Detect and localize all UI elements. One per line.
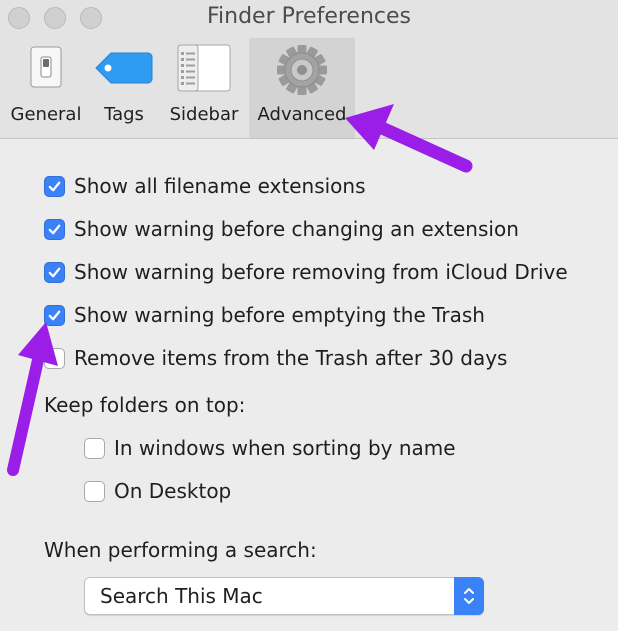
option-label: Show warning before removing from iCloud… bbox=[74, 260, 568, 284]
gear-icon bbox=[276, 44, 328, 100]
sidebar-window-icon bbox=[177, 44, 231, 96]
checkbox-checked[interactable] bbox=[44, 261, 65, 283]
window-title: Finder Preferences bbox=[206, 4, 412, 29]
option-label: On Desktop bbox=[114, 479, 232, 503]
checkbox-unchecked[interactable] bbox=[84, 480, 105, 502]
option-label: In windows when sorting by name bbox=[114, 436, 456, 460]
general-switch-icon bbox=[30, 46, 62, 92]
tag-icon bbox=[95, 52, 153, 88]
option-label: Remove items from the Trash after 30 day… bbox=[74, 346, 508, 370]
tab-tags[interactable]: Tags bbox=[90, 38, 158, 138]
tab-general[interactable]: General bbox=[6, 38, 86, 138]
checkbox-checked[interactable] bbox=[44, 304, 65, 326]
finder-preferences-window: Finder Preferences General Tags Sidebar … bbox=[0, 0, 618, 631]
option-label: Show warning before changing an extensio… bbox=[74, 217, 519, 241]
tab-advanced[interactable]: Advanced bbox=[249, 38, 355, 138]
checkbox-unchecked[interactable] bbox=[84, 437, 105, 459]
option-warn-empty-trash[interactable]: Show warning before emptying the Trash bbox=[44, 299, 485, 331]
tab-general-label: General bbox=[10, 104, 82, 125]
option-folders-top-windows[interactable]: In windows when sorting by name bbox=[84, 432, 456, 464]
search-scope-heading: When performing a search: bbox=[44, 538, 317, 562]
tab-sidebar[interactable]: Sidebar bbox=[164, 38, 244, 138]
tab-advanced-label: Advanced bbox=[257, 104, 347, 125]
tab-sidebar-label: Sidebar bbox=[169, 104, 239, 125]
toolbar: Finder Preferences General Tags Sidebar … bbox=[0, 0, 618, 139]
option-show-extensions[interactable]: Show all filename extensions bbox=[44, 170, 366, 202]
option-label: Show warning before emptying the Trash bbox=[74, 303, 485, 327]
chevron-updown-icon[interactable] bbox=[454, 577, 484, 615]
option-warn-change-extension[interactable]: Show warning before changing an extensio… bbox=[44, 213, 519, 245]
option-folders-top-desktop[interactable]: On Desktop bbox=[84, 475, 231, 507]
tab-tags-label: Tags bbox=[104, 104, 144, 125]
search-scope-popup[interactable]: Search This Mac bbox=[84, 577, 484, 615]
checkbox-unchecked[interactable] bbox=[44, 347, 65, 369]
search-scope-value: Search This Mac bbox=[100, 584, 263, 608]
option-label: Show all filename extensions bbox=[74, 174, 366, 198]
option-remove-trash-30-days[interactable]: Remove items from the Trash after 30 day… bbox=[44, 342, 507, 374]
checkbox-checked[interactable] bbox=[44, 218, 65, 240]
option-warn-icloud-remove[interactable]: Show warning before removing from iCloud… bbox=[44, 256, 568, 288]
folders-on-top-heading: Keep folders on top: bbox=[44, 393, 246, 417]
checkbox-checked[interactable] bbox=[44, 175, 65, 197]
